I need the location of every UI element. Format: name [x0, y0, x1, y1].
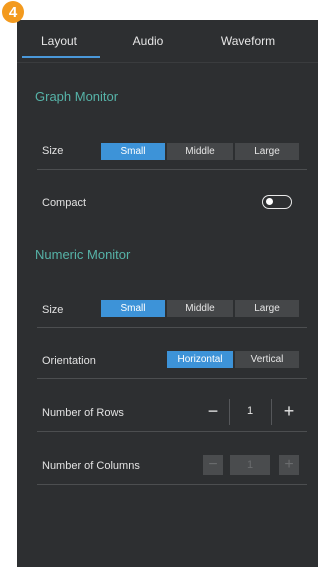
columns-value[interactable]: 1 [230, 455, 270, 475]
active-tab-indicator [22, 56, 100, 58]
divider [37, 484, 307, 485]
rows-increment-button[interactable]: + [279, 401, 299, 421]
rows-value[interactable]: 1 [230, 401, 270, 421]
compact-toggle[interactable] [262, 195, 292, 209]
numeric-size-label: Size [42, 304, 64, 316]
graph-monitor-title: Graph Monitor [35, 89, 119, 104]
tab-audio[interactable]: Audio [107, 20, 189, 62]
divider [37, 431, 307, 432]
toggle-knob [266, 198, 273, 205]
divider [37, 327, 307, 328]
rows-decrement-button[interactable]: − [203, 401, 223, 421]
numeric-size-middle-button[interactable]: Middle [167, 300, 233, 317]
divider [37, 378, 307, 379]
graph-size-label: Size [42, 145, 64, 157]
columns-decrement-button[interactable]: − [203, 455, 223, 475]
divider [37, 169, 307, 170]
graph-size-middle-button[interactable]: Middle [167, 143, 233, 160]
graph-size-large-button[interactable]: Large [235, 143, 299, 160]
orientation-horizontal-button[interactable]: Horizontal [167, 351, 233, 368]
rows-label: Number of Rows [42, 407, 124, 419]
tab-waveform[interactable]: Waveform [189, 20, 307, 62]
graph-size-small-button[interactable]: Small [101, 143, 165, 160]
stepper-separator [271, 399, 272, 425]
numeric-monitor-title: Numeric Monitor [35, 247, 131, 262]
orientation-label: Orientation [42, 355, 96, 367]
orientation-vertical-button[interactable]: Vertical [235, 351, 299, 368]
compact-label: Compact [42, 197, 87, 209]
step-number-badge: 4 [2, 1, 24, 23]
columns-increment-button[interactable]: + [279, 455, 299, 475]
columns-label: Number of Columns [42, 460, 140, 472]
settings-panel: Layout Audio Waveform Graph Monitor Size… [17, 20, 318, 567]
tab-bar: Layout Audio Waveform [17, 20, 318, 63]
numeric-size-small-button[interactable]: Small [101, 300, 165, 317]
numeric-size-large-button[interactable]: Large [235, 300, 299, 317]
